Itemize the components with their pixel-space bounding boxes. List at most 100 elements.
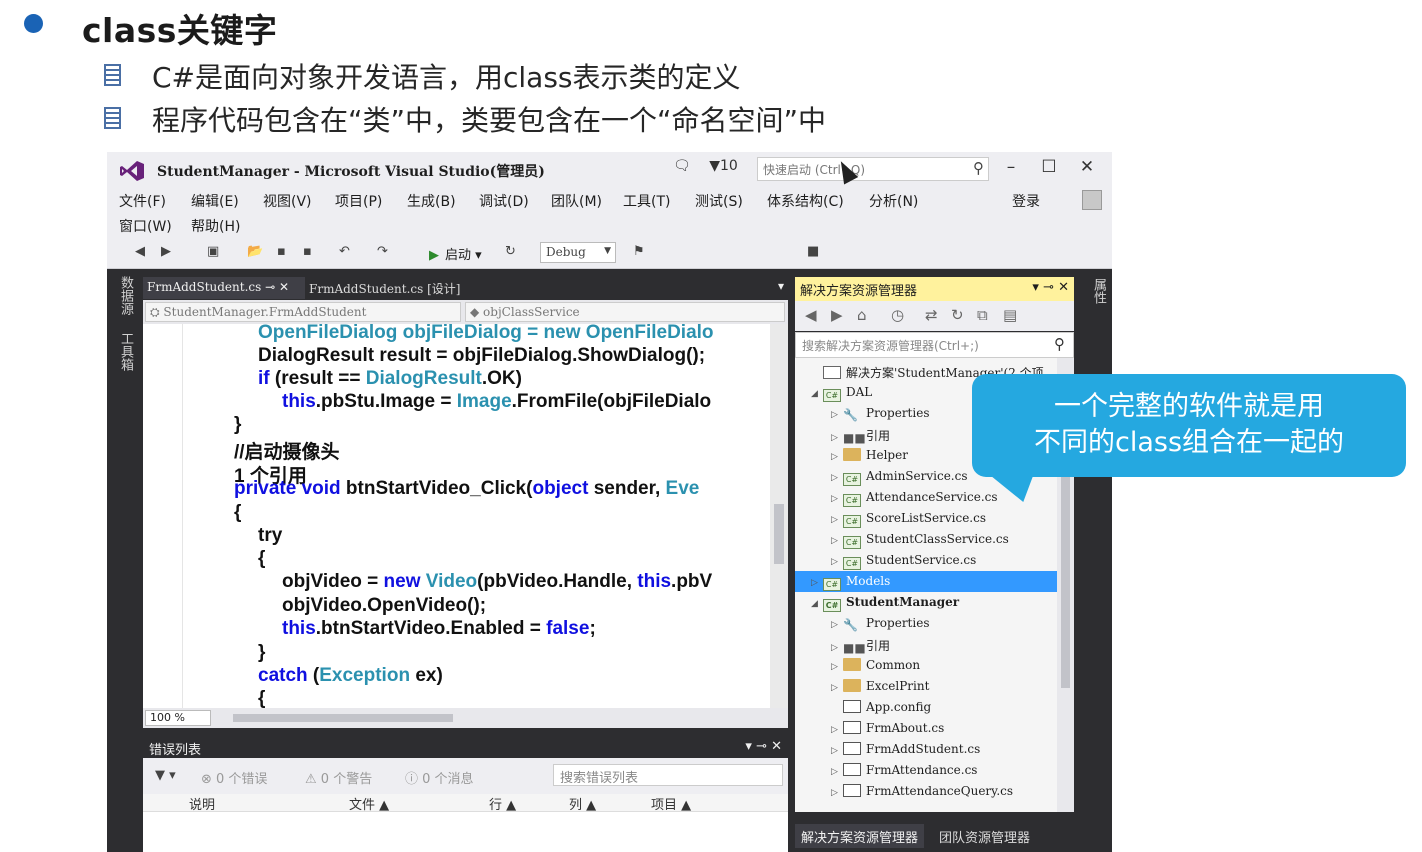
column-line[interactable]: 行 ▲ (489, 794, 516, 813)
new-project-icon[interactable]: ▣ (207, 244, 219, 259)
pending-changes-icon[interactable]: ◷ (891, 306, 904, 324)
menu-view[interactable]: 视图(V) (263, 191, 312, 211)
pin-icon[interactable]: ⊸ (265, 280, 275, 294)
menu-analyze[interactable]: 分析(N) (869, 191, 918, 211)
tab-frmaddstudent-design[interactable]: FrmAddStudent.cs [设计] (309, 280, 460, 297)
errors-filter-button[interactable]: ⊗ 0 个错误 (201, 768, 267, 787)
expand-arrow-icon[interactable]: ▷ (831, 536, 843, 546)
expand-arrow-icon[interactable]: ▷ (811, 578, 823, 588)
user-avatar-icon[interactable] (1082, 190, 1102, 210)
expand-arrow-icon[interactable]: ▷ (831, 725, 843, 735)
tab-frmaddstudent-cs[interactable]: FrmAddStudent.cs ⊸ ✕ (143, 277, 305, 299)
menu-debug[interactable]: 调试(D) (479, 191, 529, 211)
tree-item[interactable]: ▷ ExcelPrint (795, 676, 1057, 697)
solution-search-input[interactable]: 搜索解决方案资源管理器(Ctrl+;) ⚲ (795, 332, 1074, 358)
filter-icon[interactable]: ▼ ▾ (155, 768, 176, 783)
collapse-all-icon[interactable]: ⧉ (977, 306, 988, 324)
close-button[interactable]: ✕ (1068, 157, 1106, 177)
expand-arrow-icon[interactable]: ▷ (831, 683, 843, 693)
bookmark-icon[interactable]: ■ (807, 244, 819, 259)
tree-item[interactable]: ▷ FrmAttendance.cs (795, 760, 1057, 781)
menu-tools[interactable]: 工具(T) (623, 191, 670, 211)
expand-arrow-icon[interactable]: ▷ (831, 557, 843, 567)
refresh-icon[interactable]: ↻ (505, 244, 516, 259)
messages-filter-button[interactable]: ⓘ 0 个消息 (405, 768, 474, 787)
tree-item[interactable]: ◢ C# StudentManager (795, 592, 1057, 613)
back-icon[interactable]: ◀ (135, 244, 145, 259)
start-debug-button[interactable]: ▶ 启动 ▾ (429, 244, 482, 263)
menu-window[interactable]: 窗口(W) (119, 216, 172, 236)
tree-item[interactable]: ▷ C# Models (795, 571, 1057, 592)
tree-item[interactable]: ▷ FrmAddStudent.cs (795, 739, 1057, 760)
expand-arrow-icon[interactable]: ▷ (831, 515, 843, 525)
expand-arrow-icon[interactable]: ▷ (831, 452, 843, 462)
redo-icon[interactable]: ↷ (377, 244, 388, 259)
panel-controls[interactable]: ▾ ⊸ ✕ (745, 739, 782, 754)
properties-icon[interactable]: ▤ (1003, 306, 1017, 324)
column-description[interactable]: 说明 (189, 794, 215, 813)
tree-item[interactable]: ▷ C# StudentService.cs (795, 550, 1057, 571)
panel-controls[interactable]: ▾ ⊸ ✕ (1032, 280, 1069, 295)
toolbox-tab[interactable]: 工具箱 (116, 332, 135, 371)
expand-arrow-icon[interactable]: ▷ (831, 473, 843, 483)
tree-item[interactable]: ▷ 🔧 Properties (795, 613, 1057, 634)
tab-dropdown-icon[interactable]: ▾ (778, 279, 784, 293)
expand-arrow-icon[interactable]: ▷ (831, 746, 843, 756)
refresh-icon[interactable]: ↻ (951, 306, 964, 324)
column-file[interactable]: 文件 ▲ (349, 794, 389, 813)
editor-vertical-scrollbar[interactable] (770, 324, 788, 708)
configuration-select[interactable]: Debug ▼ (540, 242, 616, 263)
save-all-icon[interactable]: ▪ (303, 244, 312, 259)
save-icon[interactable]: ▪ (277, 244, 286, 259)
column-project[interactable]: 项目 ▲ (651, 794, 691, 813)
minimize-button[interactable]: – (992, 157, 1030, 177)
column-col[interactable]: 列 ▲ (569, 794, 596, 813)
quick-launch-input[interactable]: 快速启动 (Ctrl+Q) ⚲ (757, 157, 989, 181)
menu-help[interactable]: 帮助(H) (191, 216, 240, 236)
menu-test[interactable]: 测试(S) (695, 191, 743, 211)
maximize-button[interactable]: ☐ (1030, 157, 1068, 177)
menu-edit[interactable]: 编辑(E) (191, 191, 239, 211)
scroll-thumb[interactable] (774, 504, 784, 564)
tab-solution-explorer[interactable]: 解决方案资源管理器 (795, 824, 925, 848)
menu-architecture[interactable]: 体系结构(C) (767, 191, 844, 211)
zoom-select[interactable]: 100 % (145, 710, 211, 726)
error-search-input[interactable]: 搜索错误列表 (553, 764, 783, 786)
home-icon[interactable]: ⌂ (857, 306, 867, 324)
tree-item[interactable]: ▷ ■■引用 (795, 634, 1057, 655)
expand-arrow-icon[interactable]: ◢ (811, 389, 823, 399)
menu-team[interactable]: 团队(M) (551, 191, 602, 211)
tree-item[interactable]: App.config (795, 697, 1057, 718)
sync-icon[interactable]: ⇄ (925, 306, 938, 324)
expand-arrow-icon[interactable]: ▷ (831, 620, 843, 630)
feedback-icon[interactable]: 🗨 (673, 158, 691, 174)
expand-arrow-icon[interactable]: ▷ (831, 662, 843, 672)
login-link[interactable]: 登录 (1012, 191, 1040, 211)
warnings-filter-button[interactable]: ⚠ 0 个警告 (305, 768, 372, 787)
tree-item[interactable]: ▷ FrmAbout.cs (795, 718, 1057, 739)
expand-arrow-icon[interactable]: ▷ (831, 410, 843, 420)
expand-arrow-icon[interactable]: ▷ (831, 788, 843, 798)
horizontal-scroll-thumb[interactable] (233, 714, 453, 722)
type-navigation-select[interactable]: ⛭ StudentManager.FrmAddStudent (145, 302, 461, 322)
forward-icon[interactable]: ▶ (831, 306, 843, 324)
undo-icon[interactable]: ↶ (339, 244, 350, 259)
open-file-icon[interactable]: 📂 (247, 244, 263, 259)
close-tab-icon[interactable]: ✕ (279, 280, 289, 294)
member-navigation-select[interactable]: ◆ objClassService (465, 302, 785, 322)
tree-item[interactable]: ▷ C# StudentClassService.cs (795, 529, 1057, 550)
tool-icon[interactable]: ⚑ (633, 244, 645, 259)
tree-item[interactable]: ▷ C# ScoreListService.cs (795, 508, 1057, 529)
notification-count[interactable]: ▼10 (709, 158, 738, 174)
back-icon[interactable]: ◀ (805, 306, 817, 324)
properties-tab[interactable]: 属性 (1089, 278, 1108, 304)
expand-arrow-icon[interactable]: ◢ (811, 599, 823, 609)
data-sources-tab[interactable]: 数据源 (116, 276, 135, 315)
expand-arrow-icon[interactable]: ▷ (831, 433, 843, 443)
expand-arrow-icon[interactable]: ▷ (831, 767, 843, 777)
expand-arrow-icon[interactable]: ▷ (831, 643, 843, 653)
tree-item[interactable]: ▷ FrmAttendanceQuery.cs (795, 781, 1057, 802)
menu-project[interactable]: 项目(P) (335, 191, 382, 211)
code-editor[interactable]: OpenFileDialog objFileDialog = new OpenF… (143, 324, 788, 708)
tree-item[interactable]: ▷ Common (795, 655, 1057, 676)
